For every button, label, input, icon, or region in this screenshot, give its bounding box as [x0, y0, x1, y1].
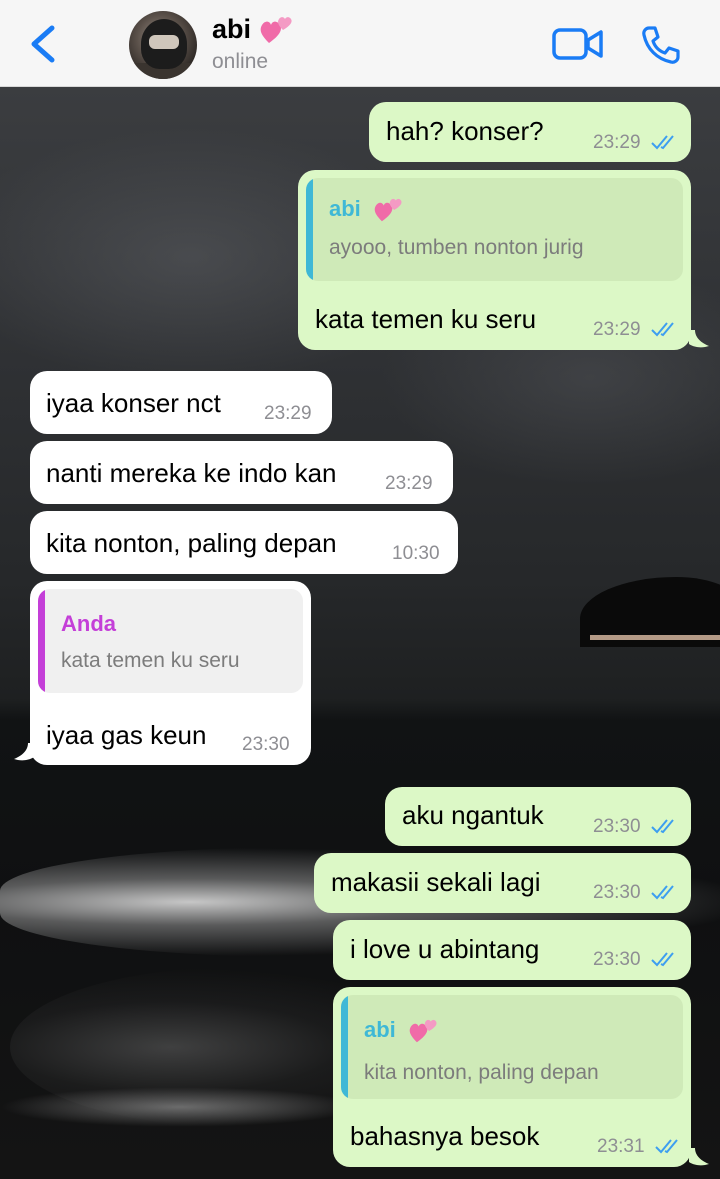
read-ticks-icon [651, 885, 674, 900]
message-text: iyaa gas keun [46, 720, 207, 750]
phone-call-icon[interactable] [640, 24, 682, 66]
message-bubble-outgoing[interactable]: i love u abintang 23:30 [333, 920, 691, 980]
back-chevron-icon[interactable] [26, 22, 60, 66]
bubble-tail [689, 330, 709, 348]
message-time: 23:30 [593, 816, 641, 837]
two-hearts-icon [374, 199, 402, 222]
message-text: kata temen ku seru [315, 304, 537, 334]
quoted-text: kita nonton, paling depan [364, 1061, 599, 1084]
message-time: 23:31 [597, 1136, 645, 1157]
message-text: hah? konser? [386, 116, 544, 146]
message-bubble-outgoing[interactable]: hah? konser? 23:29 [369, 102, 691, 162]
read-ticks-icon [651, 135, 674, 150]
message-text: makasii sekali lagi [331, 867, 541, 897]
chat-header: abi online [0, 0, 720, 87]
message-text: nanti mereka ke indo kan [46, 458, 337, 488]
video-call-icon[interactable] [552, 26, 604, 62]
quoted-text: ayooo, tumben nonton jurig [329, 236, 584, 259]
message-time: 23:29 [593, 132, 641, 153]
contact-name[interactable]: abi [212, 14, 251, 45]
message-time: 23:29 [264, 403, 312, 424]
contact-status: online [212, 50, 269, 73]
message-text: iyaa konser nct [46, 388, 221, 418]
quoted-sender: abi [329, 196, 403, 223]
read-ticks-icon [655, 1139, 678, 1154]
message-bubble-incoming[interactable]: nanti mereka ke indo kan 23:29 [30, 441, 453, 504]
message-bubble-outgoing[interactable]: abi ayooo, tumben nonton jurig kata teme… [298, 170, 691, 350]
two-hearts-icon [409, 1020, 437, 1043]
message-time: 23:29 [385, 473, 433, 494]
message-bubble-incoming[interactable]: Anda kata temen ku seru iyaa gas keun 23… [30, 581, 311, 765]
quoted-sender-name: abi [329, 196, 361, 221]
message-bubble-incoming[interactable]: iyaa konser nct 23:29 [30, 371, 332, 434]
read-ticks-icon [651, 322, 674, 337]
quoted-message[interactable]: abi ayooo, tumben nonton jurig [306, 178, 683, 281]
quoted-message[interactable]: Anda kata temen ku seru [38, 589, 303, 693]
message-bubble-outgoing[interactable]: aku ngantuk 23:30 [385, 787, 691, 846]
message-time: 23:30 [242, 734, 290, 755]
message-time: 10:30 [392, 543, 440, 564]
message-time: 23:30 [593, 949, 641, 970]
quoted-message[interactable]: abi kita nonton, paling depan [341, 995, 683, 1099]
read-ticks-icon [651, 819, 674, 834]
message-text: kita nonton, paling depan [46, 528, 337, 558]
message-bubble-outgoing[interactable]: makasii sekali lagi 23:30 [314, 853, 691, 913]
message-time: 23:29 [593, 319, 641, 340]
read-ticks-icon [651, 952, 674, 967]
quoted-sender-name: abi [364, 1017, 396, 1042]
contact-avatar[interactable] [129, 11, 197, 79]
message-text: i love u abintang [350, 934, 540, 964]
quoted-text: kata temen ku seru [61, 649, 240, 672]
quoted-sender-name: Anda [61, 611, 116, 636]
message-bubble-incoming[interactable]: kita nonton, paling depan 10:30 [30, 511, 458, 574]
two-hearts-icon [260, 16, 292, 43]
quoted-sender: abi [364, 1017, 438, 1044]
message-bubble-outgoing[interactable]: abi kita nonton, paling depan bahasnya b… [333, 987, 691, 1167]
bubble-tail [689, 1148, 709, 1166]
message-text: bahasnya besok [350, 1121, 540, 1151]
message-time: 23:30 [593, 882, 641, 903]
contact-name-row[interactable]: abi [212, 14, 293, 45]
message-text: aku ngantuk [402, 800, 544, 830]
